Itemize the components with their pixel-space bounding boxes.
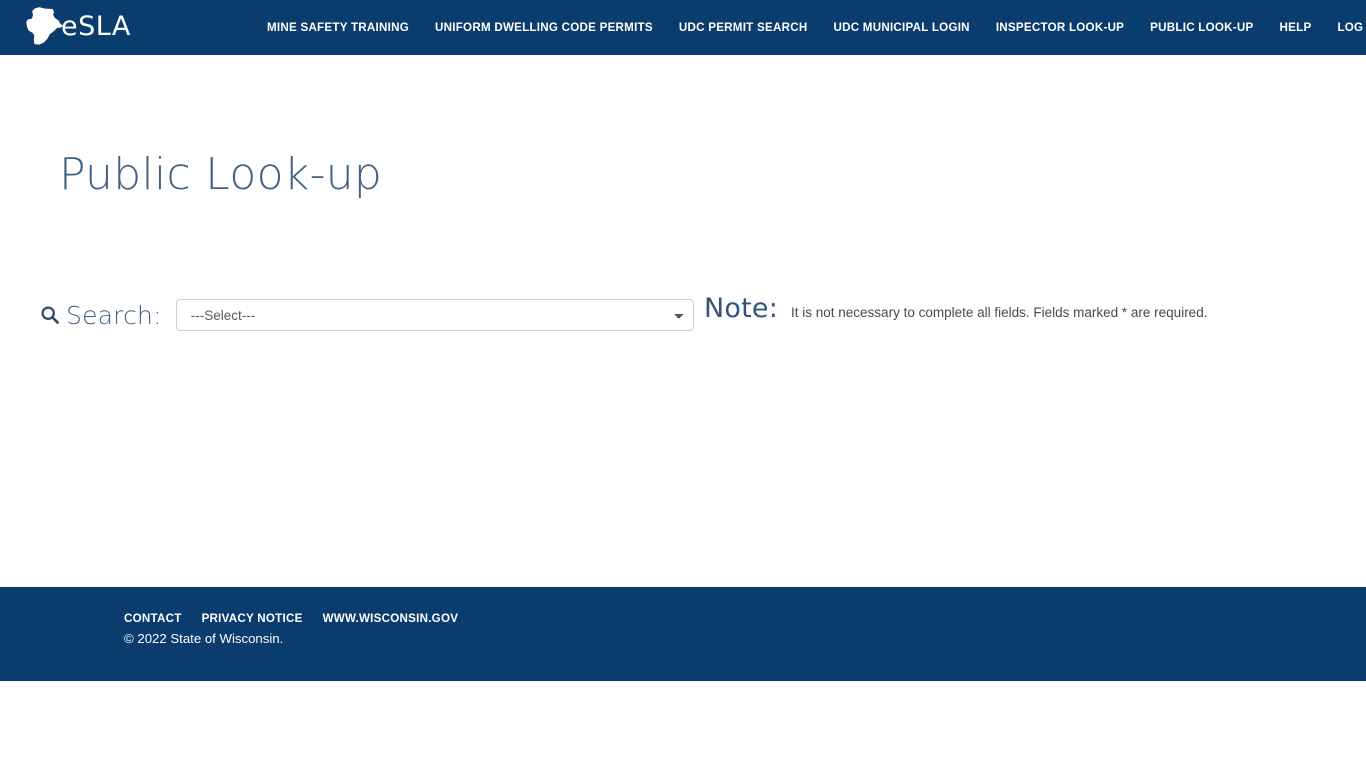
- footer-copyright: © 2022 State of Wisconsin.: [124, 631, 284, 646]
- search-row: Search: ---Select---: [40, 295, 694, 335]
- nav-uniform-dwelling-code-permits[interactable]: UNIFORM DWELLING CODE PERMITS: [422, 0, 666, 55]
- nav-public-look-up[interactable]: PUBLIC LOOK-UP: [1137, 0, 1266, 55]
- footer-link-wisconsin-gov[interactable]: WWW.WISCONSIN.GOV: [323, 612, 459, 625]
- nav-help[interactable]: HELP: [1267, 0, 1325, 55]
- nav-mine-safety-training[interactable]: MINE SAFETY TRAINING: [254, 0, 422, 55]
- footer-link-privacy-notice[interactable]: PRIVACY NOTICE: [202, 612, 303, 625]
- footer-inner: CONTACT PRIVACY NOTICE WWW.WISCONSIN.GOV…: [124, 612, 458, 648]
- nav-udc-permit-search[interactable]: UDC PERMIT SEARCH: [666, 0, 821, 55]
- site-header: eSLA MINE SAFETY TRAINING UNIFORM DWELLI…: [0, 0, 1366, 55]
- site-footer: CONTACT PRIVACY NOTICE WWW.WISCONSIN.GOV…: [0, 587, 1366, 681]
- nav-inspector-look-up[interactable]: INSPECTOR LOOK-UP: [983, 0, 1137, 55]
- nav-log-in[interactable]: LOG IN: [1324, 0, 1366, 55]
- nav-udc-municipal-login[interactable]: UDC MUNICIPAL LOGIN: [820, 0, 982, 55]
- search-type-select[interactable]: ---Select---: [175, 299, 694, 331]
- footer-links: CONTACT PRIVACY NOTICE WWW.WISCONSIN.GOV: [124, 612, 458, 625]
- note-text: It is not necessary to complete all fiel…: [791, 305, 1208, 320]
- note-block: Note: It is not necessary to complete al…: [704, 295, 1207, 335]
- page-title: Public Look-up: [59, 149, 383, 200]
- search-icon: [40, 305, 60, 325]
- page-bottom-filler: [0, 681, 1366, 768]
- brand-logo-link[interactable]: eSLA: [22, 3, 131, 51]
- search-label: Search:: [66, 300, 162, 330]
- main-navigation: MINE SAFETY TRAINING UNIFORM DWELLING CO…: [254, 0, 1366, 55]
- footer-link-contact[interactable]: CONTACT: [124, 612, 182, 625]
- main-content: Public Look-up Search: ---Select--- Note…: [0, 55, 1366, 587]
- brand-wordmark: eSLA: [61, 10, 131, 42]
- note-label: Note:: [704, 293, 779, 324]
